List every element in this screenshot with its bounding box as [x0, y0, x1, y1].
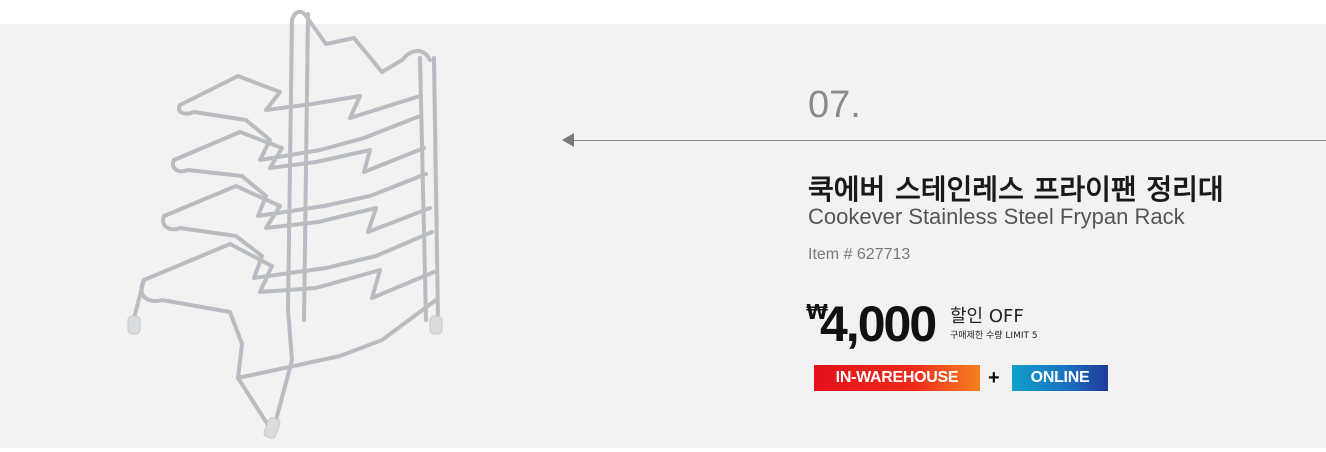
discount-label: 할인 OFF	[950, 306, 1024, 327]
online-badge: ONLINE	[1012, 365, 1108, 391]
in-warehouse-badge: IN-WAREHOUSE	[814, 365, 980, 391]
product-image	[127, 9, 443, 439]
divider-line	[574, 140, 1326, 141]
item-code: Item # 627713	[808, 246, 911, 263]
product-title-english: Cookever Stainless Steel Frypan Rack	[808, 204, 1185, 229]
discount-amount: 4,000	[820, 296, 937, 352]
product-title-korean: 쿡에버 스테인레스 프라이팬 정리대	[808, 173, 1224, 206]
left-arrow-icon	[562, 133, 574, 147]
plus-sign: +	[988, 367, 1000, 389]
product-number: 07.	[808, 84, 861, 126]
purchase-limit: 구매제한 수량 LIMIT 5	[950, 331, 1038, 341]
